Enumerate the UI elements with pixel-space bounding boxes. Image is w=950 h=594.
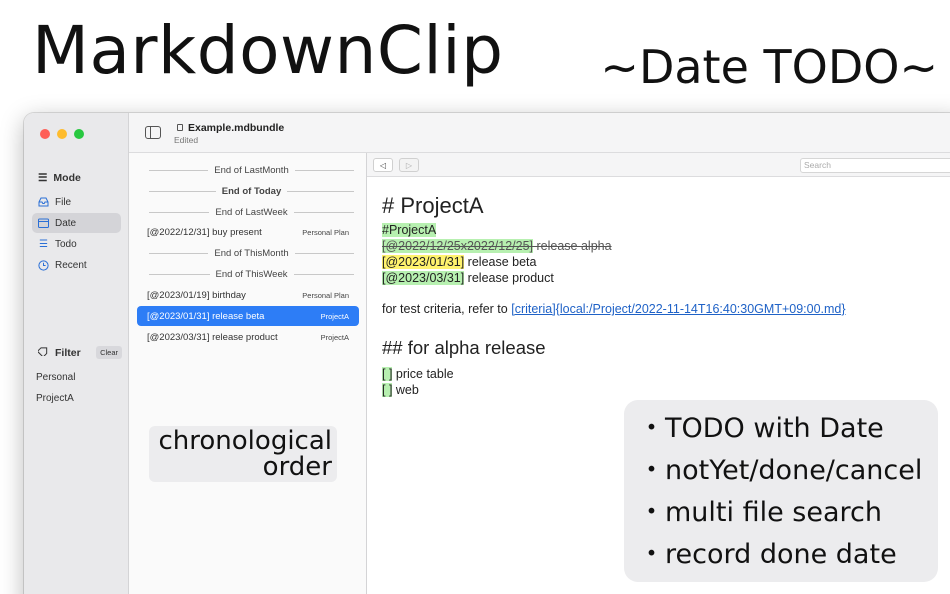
window-controls [40,129,84,139]
sidebar: ☰ Mode File Date ☰ Todo Recent Filter Cl… [24,113,129,594]
todo-line-pending: [@2023/01/31] release beta [382,255,537,269]
mode-item-recent[interactable]: Recent [32,255,121,275]
forward-button[interactable]: ▷ [399,158,419,172]
close-window-button[interactable] [40,129,50,139]
criteria-line: for test criteria, refer to [criteria]{l… [382,302,846,316]
feature-item: ・record done date [638,539,897,570]
tray-icon [38,197,49,208]
todo-item-tag: ProjectA [320,311,349,321]
feature-list: ・TODO with Date ・notYet/done/cancel ・mul… [624,400,938,582]
list-item[interactable]: [@2023/03/31] release product ProjectA [137,327,359,347]
hamburger-icon: ☰ [38,172,48,184]
list-icon: ☰ [39,238,48,250]
criteria-link[interactable]: [criteria]{local:/Project/2022-11-14T16:… [511,302,845,316]
list-separator: End of ThisWeek [149,267,354,281]
todo-item-tag: Personal Plan [302,290,349,300]
mode-item-date[interactable]: Date [32,213,121,233]
todo-line-done: [@2022/12/25x2022/12/25] release alpha [382,239,612,253]
editor-nav-bar: ◁ ▷ Search [367,153,950,177]
date-list: End of LastMonth End of Today End of Las… [129,153,367,594]
list-separator: End of LastWeek [149,205,354,219]
list-item-selected[interactable]: [@2023/01/31] release beta ProjectA [137,306,359,326]
todo-item-tag: ProjectA [320,332,349,342]
tag-line: #ProjectA [382,223,437,237]
clear-filter-button[interactable]: Clear [96,346,122,359]
document-title[interactable]: Example.mdbundle [188,122,284,134]
todo-item-tag: Personal Plan [302,227,349,237]
calendar-icon [38,218,49,229]
filter-item-projecta[interactable]: ProjectA [36,393,74,404]
mode-label: Mode [53,172,81,184]
clock-icon [38,259,49,271]
feature-item: ・multi file search [638,497,882,528]
zoom-window-button[interactable] [74,129,84,139]
feature-item: ・TODO with Date [638,413,884,444]
list-item[interactable]: [@2023/01/19] birthday Personal Plan [137,285,359,305]
search-input[interactable]: Search [800,158,950,173]
mode-item-label: File [55,196,72,208]
tag-icon [36,346,49,359]
list-separator-today: End of Today [149,184,354,198]
back-button[interactable]: ◁ [373,158,393,172]
heading-h1: # ProjectA [382,193,484,218]
todo-item-text: [@2023/01/19] birthday [147,289,246,301]
title-toolbar: Example.mdbundle Edited [129,113,950,153]
filter-label: Filter [55,346,81,359]
mode-section-header: ☰ Mode [38,172,81,184]
hero-subtitle: ~Date TODO~ [600,40,938,94]
todo-line: [@2023/03/31] release product [382,271,554,285]
minimize-window-button[interactable] [57,129,67,139]
todo-item-text: [@2022/12/31] buy present [147,226,262,238]
filter-item-personal[interactable]: Personal [36,372,75,383]
mode-item-label: Todo [55,238,77,250]
chronological-caption: chronological order [149,426,337,482]
mode-item-file[interactable]: File [32,192,121,212]
mode-item-label: Date [55,217,77,229]
todo-item-text: [@2023/03/31] release product [147,331,278,343]
todo-item-text: [@2023/01/31] release beta [147,310,265,322]
checklist-item: [ ] web [382,383,419,397]
mode-item-todo[interactable]: ☰ Todo [32,234,121,254]
checklist-item: [ ] price table [382,367,454,381]
document-status: Edited [174,135,199,145]
sidebar-toggle-icon[interactable] [145,126,161,139]
list-separator: End of LastMonth [149,163,354,177]
list-item[interactable]: [@2022/12/31] buy present Personal Plan [137,222,359,242]
feature-item: ・notYet/done/cancel [638,455,923,486]
document-icon [177,124,183,131]
list-separator: End of ThisMonth [149,246,354,260]
filter-section-header: Filter Clear [36,346,122,359]
mode-item-label: Recent [55,259,87,271]
heading-h2: ## for alpha release [382,337,546,358]
hero-title: MarkdownClip [32,12,504,89]
